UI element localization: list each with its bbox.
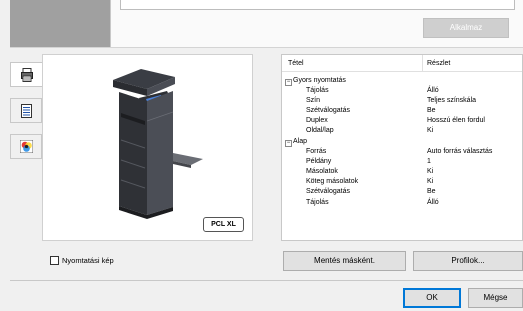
- pcl-xl-badge: PCL XL: [203, 217, 244, 232]
- table-row[interactable]: Tájolás Álló: [282, 198, 522, 208]
- tab-printer-setup[interactable]: [10, 62, 43, 87]
- table-row[interactable]: Köteg másolatok Ki: [282, 177, 522, 187]
- collapse-icon[interactable]: −: [285, 140, 292, 147]
- table-row[interactable]: Példány 1: [282, 157, 522, 167]
- table-row[interactable]: Szétválogatás Be: [282, 187, 522, 197]
- properties-list[interactable]: Tétel Részlet − Gyors nyomtatás Tájolás Á…: [281, 54, 523, 241]
- top-input-field[interactable]: [120, 0, 515, 10]
- table-row[interactable]: Tájolás Álló: [282, 86, 522, 96]
- table-row[interactable]: Szétválogatás Be: [282, 106, 522, 116]
- print-image-label: Nyomtatási kép: [62, 256, 114, 265]
- properties-header: Tétel Részlet: [282, 55, 522, 72]
- column-header-detail: Részlet: [427, 60, 451, 67]
- color-icon: [19, 140, 33, 153]
- table-row[interactable]: Oldal/lap Ki: [282, 126, 522, 136]
- column-header-item: Tétel: [288, 60, 304, 67]
- table-row[interactable]: Forrás Auto forrás választás: [282, 147, 522, 157]
- table-row[interactable]: Szín Teljes színskála: [282, 96, 522, 106]
- cancel-button[interactable]: Mégse: [468, 288, 523, 308]
- group-row[interactable]: − Gyors nyomtatás: [282, 76, 522, 86]
- divider: [10, 47, 523, 48]
- ok-button[interactable]: OK: [403, 288, 461, 308]
- collapse-icon[interactable]: −: [285, 79, 292, 86]
- multifunction-printer-image: [113, 69, 203, 219]
- print-image-checkbox[interactable]: [50, 256, 59, 265]
- divider: [10, 280, 523, 281]
- profiles-button[interactable]: Profilok...: [413, 251, 523, 271]
- apply-button[interactable]: Alkalmaz: [423, 18, 509, 38]
- print-image-option[interactable]: Nyomtatási kép: [50, 256, 114, 265]
- document-icon: [20, 103, 32, 118]
- tab-document[interactable]: [10, 98, 42, 123]
- top-left-panel: [10, 0, 110, 47]
- printer-preview: [42, 54, 253, 241]
- printer-setup-icon: [21, 67, 33, 82]
- tab-color[interactable]: [10, 134, 42, 159]
- group-row[interactable]: − Alap: [282, 137, 522, 147]
- save-as-button[interactable]: Mentés másként.: [283, 251, 406, 271]
- table-row[interactable]: Duplex Hosszú élen fordul: [282, 116, 522, 126]
- table-row[interactable]: Másolatok Ki: [282, 167, 522, 177]
